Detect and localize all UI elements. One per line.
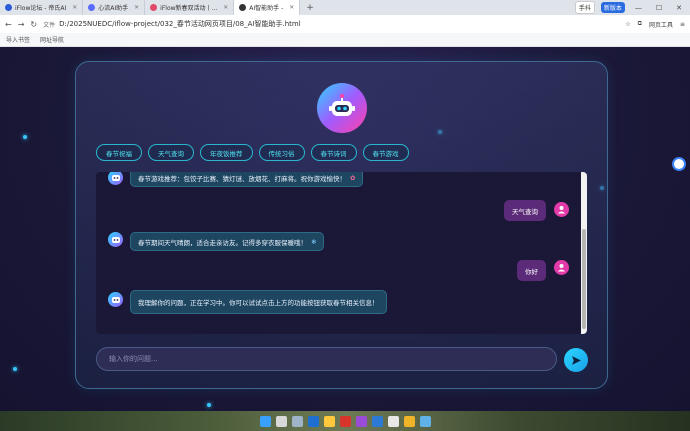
tab-label: 心流AI助手	[98, 5, 129, 12]
shoudou-button[interactable]: 手抖	[574, 1, 595, 14]
floating-assistant-icon[interactable]	[672, 157, 686, 171]
url-field[interactable]: 文件 D:/2025NUEDC/iflow-project/032_春节活动网页…	[43, 19, 619, 29]
robot-icon	[329, 94, 355, 116]
message-text: 你好	[525, 267, 538, 276]
new-version-button[interactable]: 新版本	[600, 2, 625, 13]
maximize-icon[interactable]: ☐	[652, 4, 666, 12]
bot-message-icon	[108, 172, 123, 185]
url-text: D:/2025NUEDC/iflow-project/032_春节活动网页项目/…	[59, 20, 301, 28]
browser-taskbar-icon[interactable]	[307, 415, 319, 427]
tab-label: iFlow新春双活动丨...	[160, 5, 218, 12]
user-icon	[557, 205, 566, 214]
emoji-icon: ✿	[350, 173, 356, 182]
reload-icon[interactable]: ↻	[30, 20, 37, 29]
bookmarks-bar: 导入书签 网址导航	[0, 33, 690, 47]
close-icon[interactable]: ✕	[223, 4, 228, 11]
star-icon[interactable]: ☆	[625, 21, 630, 28]
screen: iFlow论坛 - 帝氏AI ✕ 心流AI助手 ✕ iFlow新春双活动丨...…	[0, 0, 690, 431]
chat-scrollbar[interactable]	[581, 172, 587, 334]
close-icon[interactable]: ✕	[72, 4, 77, 11]
user-message: 天气查询	[504, 200, 546, 221]
glow-dot	[207, 403, 211, 407]
web-tools-button[interactable]: 网页工具	[649, 20, 673, 29]
menu-icon[interactable]: ≡	[680, 21, 685, 28]
folder-icon[interactable]	[323, 415, 335, 427]
bot-message-icon	[108, 232, 123, 247]
bookmark-import[interactable]: 导入书签	[6, 35, 30, 44]
minimize-icon[interactable]: —	[631, 4, 646, 12]
forward-icon[interactable]: →	[18, 20, 25, 29]
assistant-card: 春节祝福 天气查询 年夜饭推荐 传统习俗 春节诗词 春节游戏 春节游戏推荐：包饺…	[75, 61, 608, 389]
send-button[interactable]	[564, 348, 588, 372]
message-text: 我理解你的问题，正在学习中。你可以试试点击上方的功能按钮获取春节相关信息！	[138, 299, 379, 307]
os-taskbar	[0, 411, 690, 431]
user-message-icon	[554, 202, 569, 217]
browser-tab-4[interactable]: AI智能助手 - ✕	[234, 0, 301, 15]
vscode-icon[interactable]	[371, 415, 383, 427]
task-view-icon[interactable]	[291, 415, 303, 427]
search-icon[interactable]	[275, 415, 287, 427]
notes-icon[interactable]	[387, 415, 399, 427]
question-input[interactable]	[109, 355, 556, 363]
send-icon	[571, 355, 581, 365]
feature-buttons: 春节祝福 天气查询 年夜饭推荐 传统习俗 春节诗词 春节游戏	[96, 144, 409, 161]
feature-button-games[interactable]: 春节游戏	[362, 144, 409, 161]
browser-tab-3[interactable]: iFlow新春双活动丨... ✕	[145, 0, 235, 15]
robot-icon	[111, 296, 120, 303]
close-icon[interactable]: ✕	[289, 4, 294, 11]
browser-tab-bar: iFlow论坛 - 帝氏AI ✕ 心流AI助手 ✕ iFlow新春双活动丨...…	[0, 0, 690, 15]
extensions-icon[interactable]: ⧉	[638, 20, 642, 28]
message-text: 春节期间天气晴朗，适合走亲访友。记得多穿衣服保暖哦！	[138, 238, 307, 247]
chrome-icon[interactable]	[403, 415, 415, 427]
robot-icon	[111, 174, 120, 181]
bot-message: 春节游戏推荐：包饺子比赛、猜灯谜、放烟花、打麻将。祝你游戏愉快！ ✿	[130, 172, 364, 187]
tab-label: AI智能助手 -	[249, 5, 284, 12]
robot-icon	[111, 236, 120, 243]
tab-favicon-icon	[88, 4, 96, 11]
user-message: 你好	[517, 260, 546, 281]
user-message-icon	[554, 260, 569, 275]
address-bar: ← → ↻ 文件 D:/2025NUEDC/iflow-project/032_…	[0, 15, 690, 33]
close-icon[interactable]: ✕	[134, 4, 139, 11]
app2-icon[interactable]	[419, 415, 431, 427]
chat-window[interactable]: 春节游戏推荐：包饺子比赛、猜灯谜、放烟花、打麻将。祝你游戏愉快！ ✿ 天气查询 …	[96, 172, 587, 334]
tab-label: iFlow论坛 - 帝氏AI	[15, 5, 67, 12]
feature-button-poems[interactable]: 春节诗词	[310, 144, 357, 161]
tab-favicon-icon	[5, 4, 12, 11]
snowflake-icon: ❄	[311, 237, 317, 246]
robot-avatar-icon	[317, 83, 367, 133]
glow-dot	[13, 367, 17, 371]
bot-message: 我理解你的问题，正在学习中。你可以试试点击上方的功能按钮获取春节相关信息！	[130, 290, 387, 314]
address-bar-right: ☆ ⧉ 网页工具 ≡	[625, 20, 685, 29]
url-prefix-label: 文件	[43, 21, 56, 29]
feature-button-weather[interactable]: 天气查询	[148, 144, 194, 161]
back-icon[interactable]: ←	[5, 20, 12, 29]
message-text: 天气查询	[512, 207, 538, 216]
page-background: 春节祝福 天气查询 年夜饭推荐 传统习俗 春节诗词 春节游戏 春节游戏推荐：包饺…	[0, 47, 690, 411]
tab-favicon-icon	[239, 4, 247, 11]
wps-icon[interactable]	[339, 415, 351, 427]
feature-button-greeting[interactable]: 春节祝福	[96, 144, 142, 161]
tab-favicon-icon	[150, 4, 158, 11]
app-icon[interactable]	[355, 415, 367, 427]
start-icon[interactable]	[259, 415, 271, 427]
browser-tab-1[interactable]: iFlow论坛 - 帝氏AI ✕	[0, 0, 84, 15]
glow-dot	[23, 135, 27, 139]
bot-message-icon	[108, 292, 123, 307]
message-text: 春节游戏推荐：包饺子比赛、猜灯谜、放烟花、打麻将。祝你游戏愉快！	[138, 174, 346, 183]
user-icon	[557, 263, 566, 272]
new-tab-button[interactable]: +	[300, 3, 320, 13]
bot-message: 春节期间天气晴朗，适合走亲访友。记得多穿衣服保暖哦！ ❄	[130, 232, 325, 251]
bookmark-nav[interactable]: 网址导航	[40, 35, 64, 44]
close-window-icon[interactable]: ✕	[672, 4, 686, 12]
feature-button-customs[interactable]: 传统习俗	[258, 144, 305, 161]
feature-button-dinner[interactable]: 年夜饭推荐	[200, 144, 253, 161]
question-input-wrapper	[96, 347, 557, 371]
tabbar-right: 手抖 新版本 — ☐ ✕	[574, 1, 690, 14]
chat-scrollbar-thumb[interactable]	[582, 229, 586, 329]
browser-tab-2[interactable]: 心流AI助手 ✕	[83, 0, 146, 15]
